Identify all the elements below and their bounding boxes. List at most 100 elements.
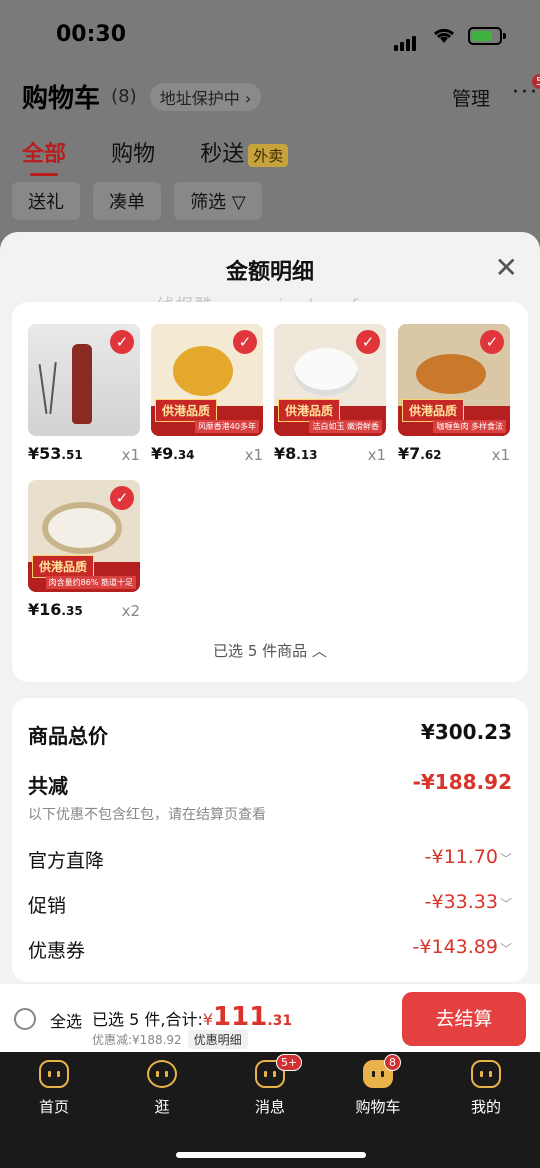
product-qty: x1 — [121, 446, 140, 464]
discount-row[interactable]: 促销 -¥33.33 ﹀ — [28, 891, 512, 918]
discount-value: -¥11.70 ﹀ — [425, 846, 512, 868]
nav-cart[interactable]: 8 购物车 — [338, 1054, 418, 1117]
nav-home[interactable]: 首页 — [14, 1060, 94, 1117]
takeout-tag: 外卖 — [248, 143, 289, 167]
product-price: ¥7.62 x1 — [398, 444, 510, 464]
price-dec: .62 — [420, 448, 442, 462]
tab-instant-label: 秒送 — [200, 142, 245, 167]
status-time: 00:30 — [56, 22, 127, 47]
product-qty: x1 — [491, 446, 510, 464]
brand-label: 供港品质 — [278, 399, 341, 422]
total-value: ¥300.23 — [420, 720, 512, 744]
tab-shopping[interactable]: 购物 — [111, 136, 155, 168]
selected-count-toggle[interactable]: 已选 5 件商品 ︿ — [12, 640, 528, 661]
reduce-row: 共减 -¥188.92 — [28, 770, 512, 799]
discount-value: -¥143.89 ﹀ — [413, 936, 512, 958]
price-int: ¥9 — [151, 444, 174, 463]
tab-all[interactable]: 全部 — [22, 136, 66, 176]
reduce-value: -¥188.92 — [412, 770, 512, 794]
nav-label: 首页 — [38, 1098, 69, 1116]
manage-button[interactable]: 管理 — [452, 84, 490, 111]
product-grid-card: ✓ ¥53.51 x1 供港品质 风靡香港40多年 ✓ ¥9.34 x1 供港品质 … — [12, 302, 528, 682]
address-protection-button[interactable]: 地址保护中 › — [149, 82, 262, 111]
select-all-radio[interactable] — [14, 1008, 36, 1030]
brand-label: 供港品质 — [402, 399, 465, 422]
amount-detail-sheet: 金额明细 ✕ 线报酷-new.xianbao.fun ✓ ¥53.51x1 供港… — [0, 232, 540, 992]
price-dec: .51 — [61, 448, 83, 462]
address-label: 地址保护中 — [159, 88, 240, 108]
checkout-button[interactable]: 去结算 — [402, 992, 526, 1046]
price-dec: .13 — [296, 448, 318, 462]
product-item[interactable]: ✓ ¥53.51 x1 — [28, 324, 140, 464]
price-int: ¥16 — [28, 600, 62, 619]
discount-summary: 优惠减:¥188.92 优惠明细 — [92, 1030, 248, 1049]
checked-icon[interactable]: ✓ — [356, 330, 380, 354]
price-int: ¥7 — [398, 444, 421, 463]
home-indicator — [176, 1152, 366, 1158]
product-item[interactable]: 供港品质 风靡香港40多年 ✓ ¥9.34 x1 — [151, 324, 263, 464]
discount-label: 优惠券 — [28, 940, 86, 962]
discount-detail-button[interactable]: 优惠明细 — [187, 1030, 248, 1049]
close-icon[interactable]: ✕ — [495, 254, 518, 282]
discount-label: 官方直降 — [28, 850, 105, 872]
messages-badge: 5+ — [276, 1054, 303, 1071]
home-icon — [39, 1060, 69, 1088]
banner-subtitle: 洁白如玉 嫩滑鲜香 — [309, 420, 382, 433]
sheet-title: 金额明细 — [225, 260, 314, 285]
product-item[interactable]: 供港品质 洁白如玉 嫩滑鲜香 ✓ ¥8.13 x1 — [274, 324, 386, 464]
tab-instant[interactable]: 秒送 外卖 — [200, 136, 289, 168]
reduce-label: 共减 — [28, 774, 68, 798]
discount-amount: -¥33.33 — [424, 891, 498, 913]
cart-count: (8) — [111, 86, 137, 107]
price-summary-card: 商品总价 ¥300.23 共减 -¥188.92 以下优惠不包含红包，请在结算页… — [12, 698, 528, 982]
bottom-nav: 首页 逛 5+ 消息 8 购物车 我的 — [0, 1052, 540, 1168]
nav-browse[interactable]: 逛 — [122, 1060, 202, 1117]
product-image: 供港品质 洁白如玉 嫩滑鲜香 ✓ — [274, 324, 386, 436]
product-price: ¥53.51 x1 — [28, 444, 140, 464]
chip-filter[interactable]: 筛选 ▽ — [174, 182, 262, 220]
product-qty: x1 — [244, 446, 263, 464]
product-qty: x1 — [367, 446, 386, 464]
chevron-right-icon: › — [244, 88, 252, 108]
status-bar: 00:30 — [0, 18, 540, 54]
nav-label: 逛 — [154, 1098, 170, 1116]
amount-int: 111 — [213, 1002, 268, 1032]
product-item[interactable]: 供港品质 肉含量约86% 筋道十足 ✓ ¥16.35 x2 — [28, 480, 140, 620]
chevron-down-icon: ﹀ — [499, 897, 512, 911]
chip-gift[interactable]: 送礼 — [12, 182, 80, 220]
cart-tabs: 全部 购物 秒送 外卖 — [22, 136, 289, 176]
total-summary: 已选 5 件,合计:¥111.31 — [92, 1002, 292, 1032]
product-item[interactable]: 供港品质 咖喱鱼肉 多样食法 ✓ ¥7.62 x1 — [398, 324, 510, 464]
checked-icon[interactable]: ✓ — [233, 330, 257, 354]
discount-label: 促销 — [28, 895, 67, 917]
discount-text: 优惠减:¥188.92 — [92, 1033, 182, 1047]
discount-row[interactable]: 优惠券 -¥143.89 ﹀ — [28, 936, 512, 963]
select-all-label[interactable]: 全选 — [50, 1008, 82, 1032]
checkout-bar: 全选 已选 5 件,合计:¥111.31 优惠减:¥188.92 优惠明细 去结算 — [0, 984, 540, 1052]
selected-text: 已选 5 件,合计: — [92, 1010, 203, 1029]
product-image: ✓ — [28, 324, 140, 436]
filter-chips: 送礼 凑单 筛选 ▽ — [12, 182, 270, 220]
checked-icon[interactable]: ✓ — [110, 486, 134, 510]
discount-row[interactable]: 官方直降 -¥11.70 ﹀ — [28, 846, 512, 873]
nav-messages[interactable]: 5+ 消息 — [230, 1054, 310, 1117]
discount-amount: -¥11.70 — [424, 846, 498, 868]
banner-subtitle: 肉含量约86% 筋道十足 — [45, 576, 136, 589]
price-dec: .35 — [61, 604, 83, 618]
chevron-down-icon: ﹀ — [499, 942, 512, 956]
product-image: 供港品质 肉含量约86% 筋道十足 ✓ — [28, 480, 140, 592]
nav-label: 我的 — [470, 1098, 501, 1116]
checked-icon[interactable]: ✓ — [480, 330, 504, 354]
nav-profile[interactable]: 我的 — [446, 1060, 526, 1117]
discount-amount: -¥143.89 — [412, 936, 498, 958]
price-int: ¥8 — [274, 444, 297, 463]
profile-icon — [471, 1060, 501, 1088]
checked-icon[interactable]: ✓ — [110, 330, 134, 354]
nav-label: 消息 — [254, 1098, 285, 1116]
page-title: 购物车 — [22, 84, 101, 114]
battery-icon — [468, 27, 506, 45]
currency-symbol: ¥ — [202, 1010, 214, 1029]
reduce-note: 以下优惠不包含红包，请在结算页查看 — [28, 804, 512, 824]
total-label: 商品总价 — [28, 724, 108, 748]
chip-bundle[interactable]: 凑单 — [93, 182, 162, 220]
